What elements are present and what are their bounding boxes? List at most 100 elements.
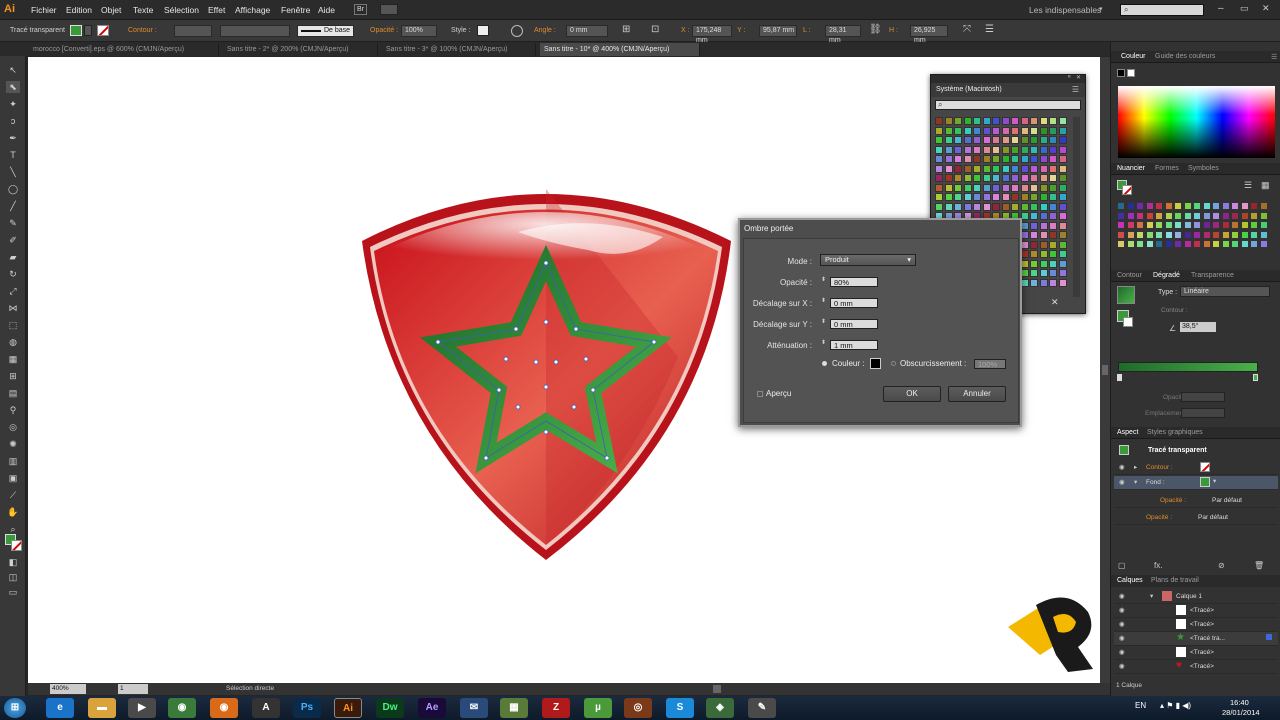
skype-icon[interactable]: S bbox=[666, 698, 694, 718]
height-input[interactable]: 26,925 mm bbox=[910, 25, 948, 44]
color-swatch[interactable] bbox=[973, 193, 981, 201]
tab-couleur[interactable]: Couleur bbox=[1121, 53, 1146, 60]
x-offset-input[interactable]: 0 mm bbox=[830, 298, 878, 308]
color-swatch[interactable] bbox=[1126, 211, 1135, 220]
fill-opacity-label[interactable]: Opacité : bbox=[1160, 497, 1186, 504]
shape-builder-icon[interactable]: ◍ bbox=[6, 336, 20, 348]
cancel-button[interactable]: Annuler bbox=[948, 386, 1006, 402]
explorer-icon[interactable]: ▬ bbox=[88, 698, 116, 718]
menu-texte[interactable]: Texte bbox=[133, 5, 153, 15]
draw-mode-icon[interactable]: ◫ bbox=[6, 571, 20, 583]
tab-styles-graphiques[interactable]: Styles graphiques bbox=[1147, 429, 1203, 436]
color-swatch[interactable] bbox=[1164, 202, 1173, 210]
tab-degrade[interactable]: Dégradé bbox=[1153, 272, 1180, 279]
fx-icon[interactable]: fx. bbox=[1154, 561, 1162, 570]
layer-item-label[interactable]: <Tracé> bbox=[1190, 621, 1214, 628]
color-swatch[interactable] bbox=[1117, 211, 1125, 220]
vertical-scrollbar[interactable] bbox=[1100, 57, 1110, 683]
window-titlebar[interactable]: « ✕ bbox=[931, 74, 1085, 83]
color-swatch[interactable] bbox=[1020, 174, 1029, 182]
color-swatch[interactable] bbox=[1174, 211, 1182, 220]
color-swatch[interactable] bbox=[1030, 240, 1038, 249]
color-swatch[interactable] bbox=[1049, 212, 1057, 220]
layer-item-row[interactable]: ◉ <Tracé> bbox=[1114, 646, 1278, 660]
color-swatch[interactable] bbox=[982, 117, 991, 125]
perspective-grid-icon[interactable]: ▦ bbox=[6, 353, 20, 365]
color-swatch[interactable] bbox=[1145, 230, 1154, 239]
color-mode-icon[interactable]: ◧ bbox=[6, 556, 20, 568]
color-swatch[interactable] bbox=[935, 126, 943, 135]
color-swatch[interactable] bbox=[992, 155, 1000, 163]
stroke-none-swatch[interactable] bbox=[97, 25, 109, 36]
preview-checkbox[interactable] bbox=[757, 391, 763, 397]
free-transform-icon[interactable]: ⬚ bbox=[6, 319, 20, 331]
help-search-input[interactable]: ⌕ bbox=[1120, 4, 1204, 16]
gradient-slider[interactable] bbox=[1118, 362, 1258, 372]
menu-objet[interactable]: Objet bbox=[101, 5, 121, 15]
color-swatch[interactable] bbox=[1011, 202, 1019, 211]
color-swatch[interactable] bbox=[1001, 174, 1010, 182]
color-swatch[interactable] bbox=[1030, 117, 1038, 125]
color-swatch[interactable] bbox=[1049, 250, 1057, 258]
tool-app-icon[interactable]: ✎ bbox=[748, 698, 776, 718]
color-swatch[interactable] bbox=[1039, 250, 1048, 258]
color-swatch[interactable] bbox=[1250, 230, 1258, 239]
color-swatch[interactable] bbox=[1049, 202, 1057, 211]
start-button[interactable]: ⊞ bbox=[4, 698, 26, 718]
panel-menu-icon[interactable]: ☰ bbox=[985, 24, 994, 35]
opacity-label[interactable]: Opacité : bbox=[1146, 514, 1172, 521]
stepper-icon[interactable]: ⬍ bbox=[821, 276, 826, 283]
color-swatch[interactable] bbox=[973, 202, 981, 211]
color-swatch[interactable] bbox=[1049, 278, 1057, 287]
color-swatch[interactable] bbox=[1058, 183, 1067, 192]
color-swatch[interactable] bbox=[1202, 240, 1211, 248]
color-swatch[interactable] bbox=[1049, 193, 1057, 201]
color-swatch[interactable] bbox=[1058, 155, 1067, 163]
color-swatch[interactable] bbox=[1221, 221, 1230, 229]
color-swatch[interactable] bbox=[1020, 183, 1029, 192]
tray-icons[interactable]: ▴ ⚑ ▮ ◀) bbox=[1160, 701, 1191, 710]
scale-icon[interactable]: ⤢ bbox=[6, 285, 20, 297]
color-swatch[interactable] bbox=[944, 164, 953, 173]
color-swatch[interactable] bbox=[1174, 221, 1182, 229]
color-swatch[interactable] bbox=[1250, 202, 1258, 210]
color-swatch[interactable] bbox=[1202, 221, 1211, 229]
layer-item-row[interactable]: ◉ ★ <Tracé tra... bbox=[1114, 632, 1278, 646]
excel-icon[interactable]: ▦ bbox=[500, 698, 528, 718]
color-swatch[interactable] bbox=[1231, 202, 1239, 210]
color-swatch[interactable] bbox=[935, 136, 943, 144]
eye-icon[interactable]: ◉ bbox=[1119, 634, 1125, 642]
color-spectrum[interactable] bbox=[1118, 86, 1275, 158]
swatch-search-input[interactable]: ⌕ bbox=[935, 100, 1081, 110]
tab-morocco[interactable]: morocco [Converti].eps @ 600% (CMJN/Aper… bbox=[29, 43, 219, 56]
reference-point-icon[interactable]: ⊡ bbox=[651, 24, 659, 35]
menu-fenetre[interactable]: Fenêtre bbox=[281, 5, 310, 15]
rotate-icon[interactable]: ↻ bbox=[6, 268, 20, 280]
color-swatch[interactable] bbox=[1039, 136, 1048, 144]
current-tool-status[interactable]: Sélection directe bbox=[226, 685, 274, 692]
layer-item-row[interactable]: ◉ <Tracé> bbox=[1114, 604, 1278, 618]
color-swatch[interactable] bbox=[1058, 164, 1067, 173]
maximize-icon[interactable]: ▭ bbox=[1240, 3, 1249, 14]
color-swatch[interactable] bbox=[1259, 211, 1268, 220]
color-swatch[interactable] bbox=[982, 193, 991, 201]
tab-symboles[interactable]: Symboles bbox=[1188, 165, 1219, 172]
color-swatch[interactable] bbox=[1039, 193, 1048, 201]
color-swatch[interactable] bbox=[1011, 183, 1019, 192]
color-swatch[interactable] bbox=[1174, 202, 1182, 210]
tab-aspect[interactable]: Aspect bbox=[1117, 429, 1138, 436]
layer-item-label[interactable]: <Tracé> bbox=[1190, 663, 1214, 670]
pencil-icon[interactable]: ✎ bbox=[6, 217, 20, 229]
selection-tool-icon[interactable]: ↖ bbox=[6, 64, 20, 76]
color-swatch[interactable] bbox=[1117, 202, 1125, 210]
color-swatch[interactable] bbox=[992, 174, 1000, 182]
tab-calques[interactable]: Calques bbox=[1117, 577, 1143, 584]
color-swatch[interactable] bbox=[1020, 145, 1029, 154]
color-swatch[interactable] bbox=[1039, 269, 1048, 277]
color-swatch[interactable] bbox=[935, 155, 943, 163]
appearance-row-fill[interactable]: ◉ ▾ Fond : ▾ bbox=[1114, 476, 1278, 490]
color-swatch[interactable] bbox=[1193, 240, 1201, 248]
color-swatch[interactable] bbox=[1183, 221, 1192, 229]
color-swatch[interactable] bbox=[1011, 136, 1019, 144]
opacity-input[interactable]: 80% bbox=[830, 277, 878, 287]
